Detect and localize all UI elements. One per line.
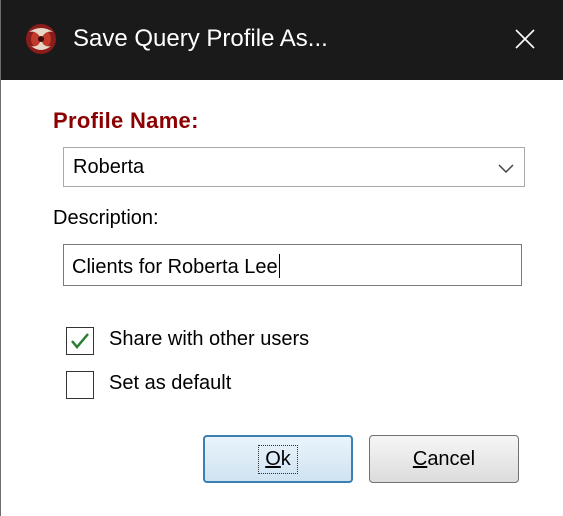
save-query-profile-dialog: Save Query Profile As... Profile Name: R… (0, 0, 563, 516)
description-label: Description: (53, 207, 159, 229)
chevron-down-icon[interactable] (496, 158, 516, 178)
description-value: Clients for Roberta Lee (72, 256, 278, 278)
close-button[interactable] (501, 15, 549, 63)
ok-button-label: Ok (258, 444, 298, 474)
title-bar[interactable]: Save Query Profile As... (1, 0, 563, 80)
share-label[interactable]: Share with other users (109, 328, 309, 351)
profile-name-combobox[interactable]: Roberta (63, 147, 525, 187)
ok-mnemonic: O (265, 447, 281, 470)
cancel-rest: ancel (427, 447, 476, 470)
ok-button[interactable]: Ok (203, 435, 353, 483)
ok-rest: k (280, 447, 291, 470)
share-checkbox[interactable] (66, 327, 94, 355)
profile-name-label: Profile Name: (53, 108, 199, 133)
app-logo-icon (26, 24, 56, 54)
text-caret (278, 254, 280, 278)
close-icon (515, 29, 535, 49)
set-default-checkbox[interactable] (66, 371, 94, 399)
set-default-label[interactable]: Set as default (109, 372, 231, 395)
cancel-mnemonic: C (412, 447, 428, 470)
window-title: Save Query Profile As... (73, 25, 328, 52)
cancel-button-label: Cancel (406, 445, 482, 474)
cancel-button[interactable]: Cancel (369, 435, 519, 483)
description-field[interactable]: Clients for Roberta Lee (63, 244, 522, 286)
checkmark-icon (71, 333, 89, 349)
description-text-wrap: Clients for Roberta Lee (72, 254, 280, 279)
profile-name-value: Roberta (73, 156, 145, 178)
